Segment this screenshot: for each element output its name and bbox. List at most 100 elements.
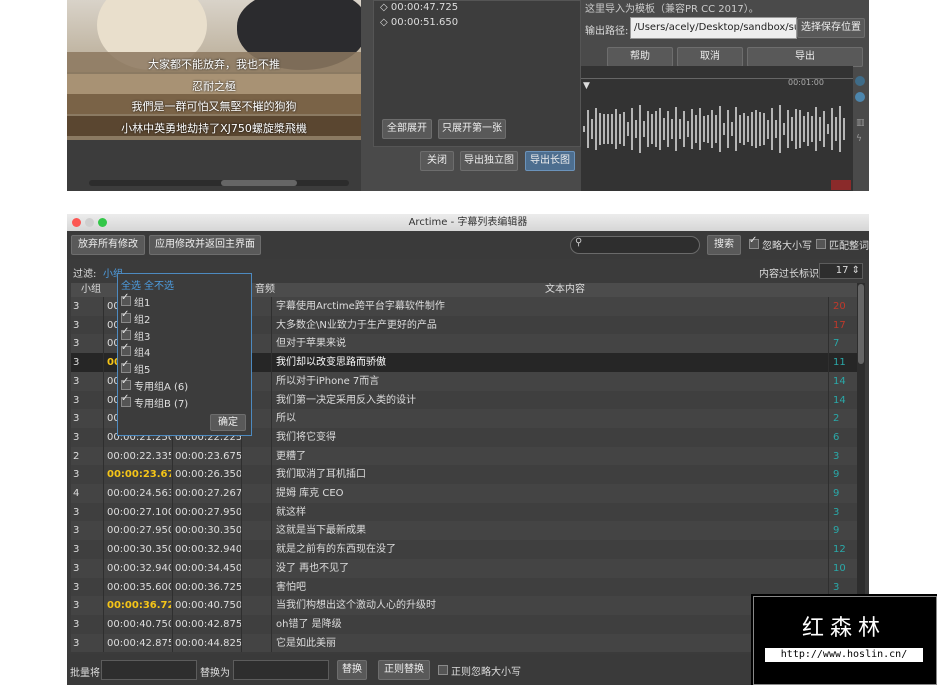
text-cell[interactable]: oh错了 是降级 xyxy=(276,615,826,634)
replace-field[interactable] xyxy=(233,660,329,680)
text-cell[interactable]: 我们却以改变思路而骄傲 xyxy=(276,353,826,372)
group-cell[interactable]: 3 xyxy=(73,503,103,522)
group-cell[interactable]: 2 xyxy=(73,447,103,466)
end-time-cell[interactable]: 00:00:40.750 xyxy=(175,596,241,615)
discard-changes-button[interactable]: 放弃所有修改 xyxy=(71,235,145,255)
length-cell[interactable]: 9 xyxy=(833,521,853,540)
text-cell[interactable]: 没了 再也不见了 xyxy=(276,559,826,578)
match-whole-checkbox[interactable] xyxy=(816,239,826,249)
ignore-case-checkbox[interactable] xyxy=(749,235,759,249)
close-button[interactable]: 关闭 xyxy=(420,151,454,171)
text-cell[interactable]: 我们第一决定采用反入类的设计 xyxy=(276,391,826,410)
group-cell[interactable]: 3 xyxy=(73,409,103,428)
length-cell[interactable]: 3 xyxy=(833,447,853,466)
start-time-cell[interactable]: 00:00:36.725 xyxy=(107,596,171,615)
group-checkbox[interactable] xyxy=(121,359,131,374)
ok-button[interactable]: 确定 xyxy=(210,414,246,431)
group-checkbox[interactable] xyxy=(121,376,131,390)
select-all-link[interactable]: 全选 xyxy=(121,277,141,292)
text-cell[interactable]: 更糟了 xyxy=(276,447,826,466)
text-cell[interactable]: 我们将它变得 xyxy=(276,428,826,447)
lightning-icon[interactable]: ϟ xyxy=(856,134,862,144)
help-button[interactable]: 帮助 xyxy=(607,47,673,67)
regex-ignore-case-checkbox[interactable] xyxy=(438,665,448,675)
column-audio[interactable]: 音频 xyxy=(255,283,275,297)
start-time-cell[interactable]: 00:00:22.335 xyxy=(107,447,171,466)
playhead-icon[interactable]: ▼ xyxy=(583,81,590,91)
text-cell[interactable]: 害怕吧 xyxy=(276,578,826,597)
text-cell[interactable]: 字幕使用Arctime跨平台字幕软件制作 xyxy=(276,297,826,316)
table-row[interactable]: 3 00:00:32.940 00:00:34.450 没了 再也不见了 10 xyxy=(71,558,857,579)
preview-scrollbar[interactable] xyxy=(89,180,349,186)
start-time-cell[interactable]: 00:00:35.600 xyxy=(107,578,171,597)
length-cell[interactable]: 6 xyxy=(833,428,853,447)
end-time-cell[interactable]: 00:00:23.675 xyxy=(175,447,241,466)
select-none-link[interactable]: 全不选 xyxy=(144,277,174,292)
table-row[interactable]: 3 00:00:27.100 00:00:27.950 就这样 3 xyxy=(71,502,857,523)
group-cell[interactable]: 3 xyxy=(73,615,103,634)
minimize-window-icon[interactable] xyxy=(85,218,94,227)
start-time-cell[interactable]: 00:00:42.875 xyxy=(107,634,171,652)
length-cell[interactable]: 11 xyxy=(833,353,853,372)
end-time-cell[interactable]: 00:00:44.825 xyxy=(175,634,241,652)
group-cell[interactable]: 3 xyxy=(73,353,103,372)
length-cell[interactable]: 10 xyxy=(833,559,853,578)
start-time-cell[interactable]: 00:00:24.563 xyxy=(107,484,171,503)
column-group[interactable]: 小组 xyxy=(81,283,101,297)
text-cell[interactable]: 所以 xyxy=(276,409,826,428)
length-cell[interactable]: 14 xyxy=(833,391,853,410)
table-row[interactable]: 300:00:40.75000:00:42.875oh错了 是降级9 xyxy=(71,614,857,635)
search-input[interactable]: ⚲ xyxy=(570,236,700,254)
group-cell[interactable]: 3 xyxy=(73,391,103,410)
length-cell[interactable]: 14 xyxy=(833,372,853,391)
close-window-icon[interactable] xyxy=(72,218,81,227)
group-cell[interactable]: 3 xyxy=(73,316,103,335)
choose-location-button[interactable]: 选择保存位置 xyxy=(797,18,865,38)
group-checkbox[interactable] xyxy=(121,326,131,340)
start-time-cell[interactable]: 00:00:23.675 xyxy=(107,465,171,484)
text-cell[interactable]: 当我们构想出这个激动人心的升级时 xyxy=(276,596,826,615)
group-cell[interactable]: 3 xyxy=(73,465,103,484)
length-cell[interactable]: 17 xyxy=(833,316,853,335)
tool-icon[interactable] xyxy=(855,92,865,102)
audio-waveform[interactable]: 00:01:00 ▼ xyxy=(581,66,853,191)
text-cell[interactable]: 但对于苹果来说 xyxy=(276,334,826,353)
apply-return-button[interactable]: 应用修改并返回主界面 xyxy=(149,235,261,255)
length-cell[interactable]: 3 xyxy=(833,503,853,522)
text-cell[interactable]: 就是之前有的东西现在没了 xyxy=(276,540,826,559)
stepper-arrows-icon[interactable]: ⇕ xyxy=(848,265,860,276)
length-cell[interactable]: 9 xyxy=(833,465,853,484)
column-text[interactable]: 文本内容 xyxy=(545,283,585,297)
group-checkbox[interactable] xyxy=(121,393,131,407)
start-time-cell[interactable]: 00:00:30.350 xyxy=(107,540,171,559)
length-cell[interactable]: 12 xyxy=(833,540,853,559)
export-button[interactable]: 导出 xyxy=(747,47,863,67)
length-cell[interactable]: 2 xyxy=(833,409,853,428)
export-single-button[interactable]: 导出独立图 xyxy=(460,151,518,171)
end-time-cell[interactable]: 00:00:32.940 xyxy=(175,540,241,559)
end-time-cell[interactable]: 00:00:30.350 xyxy=(175,521,241,540)
text-cell[interactable]: 就这样 xyxy=(276,503,826,522)
group-checkbox[interactable] xyxy=(121,342,131,357)
group-cell[interactable]: 3 xyxy=(73,540,103,559)
group-cell[interactable]: 3 xyxy=(73,559,103,578)
start-time-cell[interactable]: 00:00:32.940 xyxy=(107,559,171,578)
export-long-button[interactable]: 导出长图 xyxy=(525,151,575,171)
start-time-cell[interactable]: 00:00:40.750 xyxy=(107,615,171,634)
group-cell[interactable]: 3 xyxy=(73,372,103,391)
text-cell[interactable]: 提姆 库克 CEO xyxy=(276,484,826,503)
group-cell[interactable]: 3 xyxy=(73,428,103,447)
maximize-window-icon[interactable] xyxy=(98,218,107,227)
expand-first-button[interactable]: 只展开第一张 xyxy=(438,119,506,139)
group-cell[interactable]: 3 xyxy=(73,634,103,652)
output-path-field[interactable]: /Users/acely/Desktop/sandbox/subte xyxy=(630,17,797,39)
start-time-cell[interactable]: 00:00:27.100 xyxy=(107,503,171,522)
regex-replace-button[interactable]: 正则替换 xyxy=(378,660,430,680)
group-cell[interactable]: 3 xyxy=(73,334,103,353)
find-field[interactable] xyxy=(101,660,197,680)
start-time-cell[interactable]: 00:00:27.950 xyxy=(107,521,171,540)
length-cell[interactable]: 20 xyxy=(833,297,853,316)
group-cell[interactable]: 3 xyxy=(73,521,103,540)
table-row[interactable]: 2 00:00:22.335 00:00:23.675 更糟了 3 xyxy=(71,446,857,467)
group-cell[interactable]: 3 xyxy=(73,596,103,615)
